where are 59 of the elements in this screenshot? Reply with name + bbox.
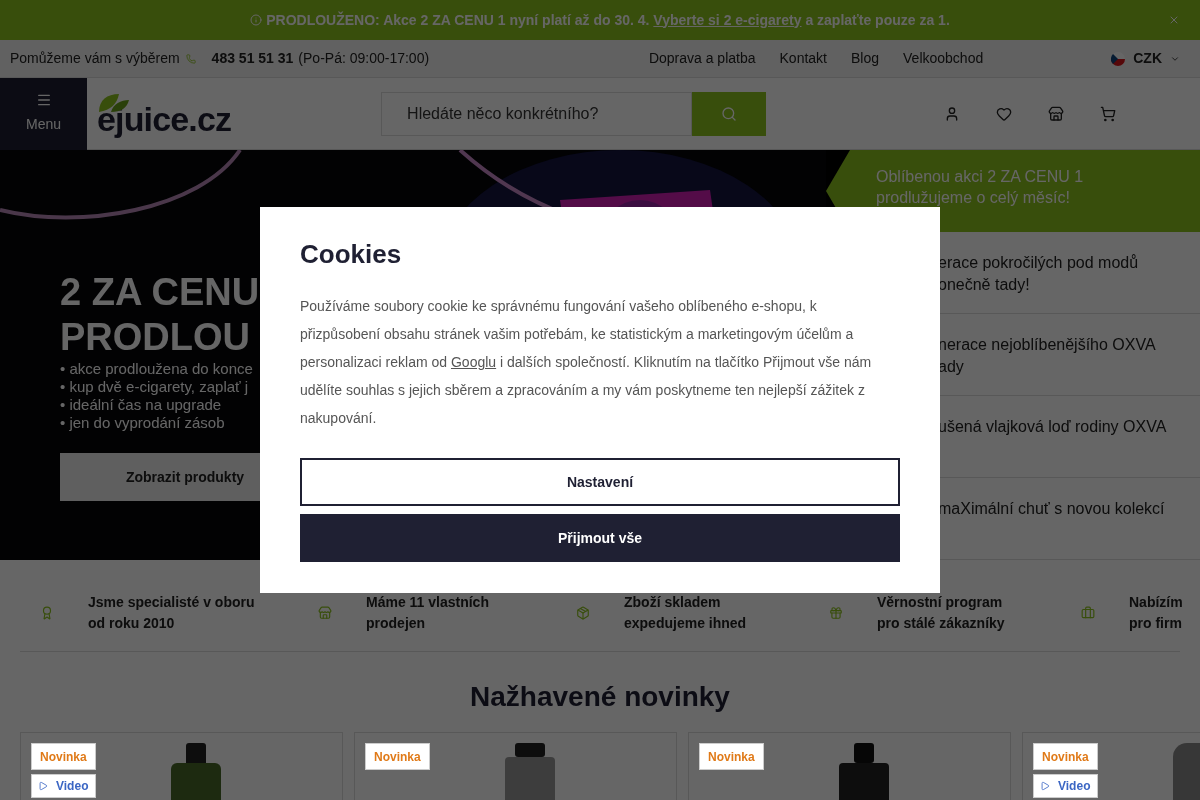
new-badge: Novinka bbox=[31, 743, 96, 770]
hero-bullet: • akce prodloužena do konce bbox=[60, 360, 253, 378]
product-card[interactable]: Novinka bbox=[354, 732, 677, 800]
nav-link[interactable]: Doprava a platba bbox=[648, 48, 756, 69]
opening-hours: (Po-Pá: 09:00-17:00) bbox=[298, 49, 430, 68]
product-card[interactable]: Novinka bbox=[688, 732, 1011, 800]
search-field[interactable]: Hledáte něco konkrétního? bbox=[381, 91, 693, 136]
promo-text: onečně tady! bbox=[938, 275, 1031, 295]
product-card[interactable]: Novinka Video bbox=[1022, 732, 1200, 800]
hero-bullet: • kup dvě e-cigarety, zaplať j bbox=[60, 378, 249, 396]
promo-text: erace pokročilých pod modů bbox=[938, 253, 1140, 273]
google-link[interactable]: Googlu bbox=[450, 354, 497, 370]
hero-title: PRODLOU bbox=[60, 315, 250, 360]
flag-icon bbox=[1111, 51, 1126, 66]
accept-all-button[interactable]: Přijmout vše bbox=[300, 514, 900, 562]
hero-bullet: • jen do vyprodání zásob bbox=[60, 414, 225, 432]
package-icon bbox=[576, 606, 590, 620]
play-icon bbox=[1040, 781, 1050, 791]
feature-text: Věrnostní program pro stálé zákazníky bbox=[877, 593, 1005, 633]
announcement-text: PRODLOUŽENO: Akce 2 ZA CENU 1 nyní platí až do 30. 4. Vyberte si 2 e-cigarety a zaplaťte pouze za 1. bbox=[266, 10, 950, 30]
play-icon bbox=[38, 781, 48, 791]
hero-bullet: • ideální čas na upgrade bbox=[60, 396, 222, 414]
cart-icon[interactable] bbox=[1100, 105, 1117, 122]
help-text: Pomůžeme vám s výběrem bbox=[10, 49, 180, 68]
nav-link[interactable]: Velkoobchod bbox=[903, 48, 984, 69]
gift-icon bbox=[829, 606, 843, 620]
search-icon bbox=[721, 105, 738, 122]
heart-icon[interactable] bbox=[996, 105, 1013, 122]
product-card[interactable]: Novinka Video bbox=[20, 732, 343, 800]
dialog-title: Cookies bbox=[300, 238, 403, 271]
store-icon[interactable] bbox=[1048, 105, 1065, 122]
feature-text: Jsme specialisté v oboru od roku 2010 bbox=[88, 593, 255, 633]
menu-button[interactable]: Menu bbox=[0, 77, 87, 150]
feature-text: Zboží skladem expedujeme ihned bbox=[624, 593, 747, 633]
feature-text: Máme 11 vlastních prodejen bbox=[366, 593, 489, 633]
promo-text: ady bbox=[938, 357, 965, 377]
store-icon bbox=[318, 606, 332, 620]
briefcase-icon bbox=[1081, 606, 1095, 620]
nav-link[interactable]: Kontakt bbox=[779, 48, 827, 69]
menu-icon bbox=[35, 92, 52, 108]
new-badge: Novinka bbox=[365, 743, 430, 770]
new-badge: Novinka bbox=[1033, 743, 1098, 770]
currency-selector[interactable]: CZK bbox=[1111, 48, 1180, 69]
nav-link[interactable]: Blog bbox=[851, 48, 880, 69]
info-icon bbox=[250, 14, 263, 26]
promo-text: maXimální chuť s novou kolekcí bbox=[938, 499, 1166, 519]
feature-text: Nabízím pro firm bbox=[1129, 593, 1183, 633]
award-icon bbox=[40, 606, 54, 620]
promo-text: Oblíbenou akci 2 ZA CENU 1 bbox=[876, 167, 1085, 187]
promo-text: prodlužujeme o celý měsíc! bbox=[876, 188, 1071, 208]
hero-title: 2 ZA CENU bbox=[60, 270, 260, 315]
video-badge: Video bbox=[1033, 774, 1098, 798]
phone-number[interactable]: 483 51 51 31 bbox=[211, 48, 294, 69]
logo[interactable]: ejuice.cz bbox=[97, 91, 232, 136]
new-badge: Novinka bbox=[699, 743, 764, 770]
phone-icon bbox=[185, 53, 196, 64]
video-badge: Video bbox=[31, 774, 96, 798]
settings-button[interactable]: Nastavení bbox=[300, 458, 900, 506]
section-title: Nažhavené novinky bbox=[469, 680, 731, 714]
